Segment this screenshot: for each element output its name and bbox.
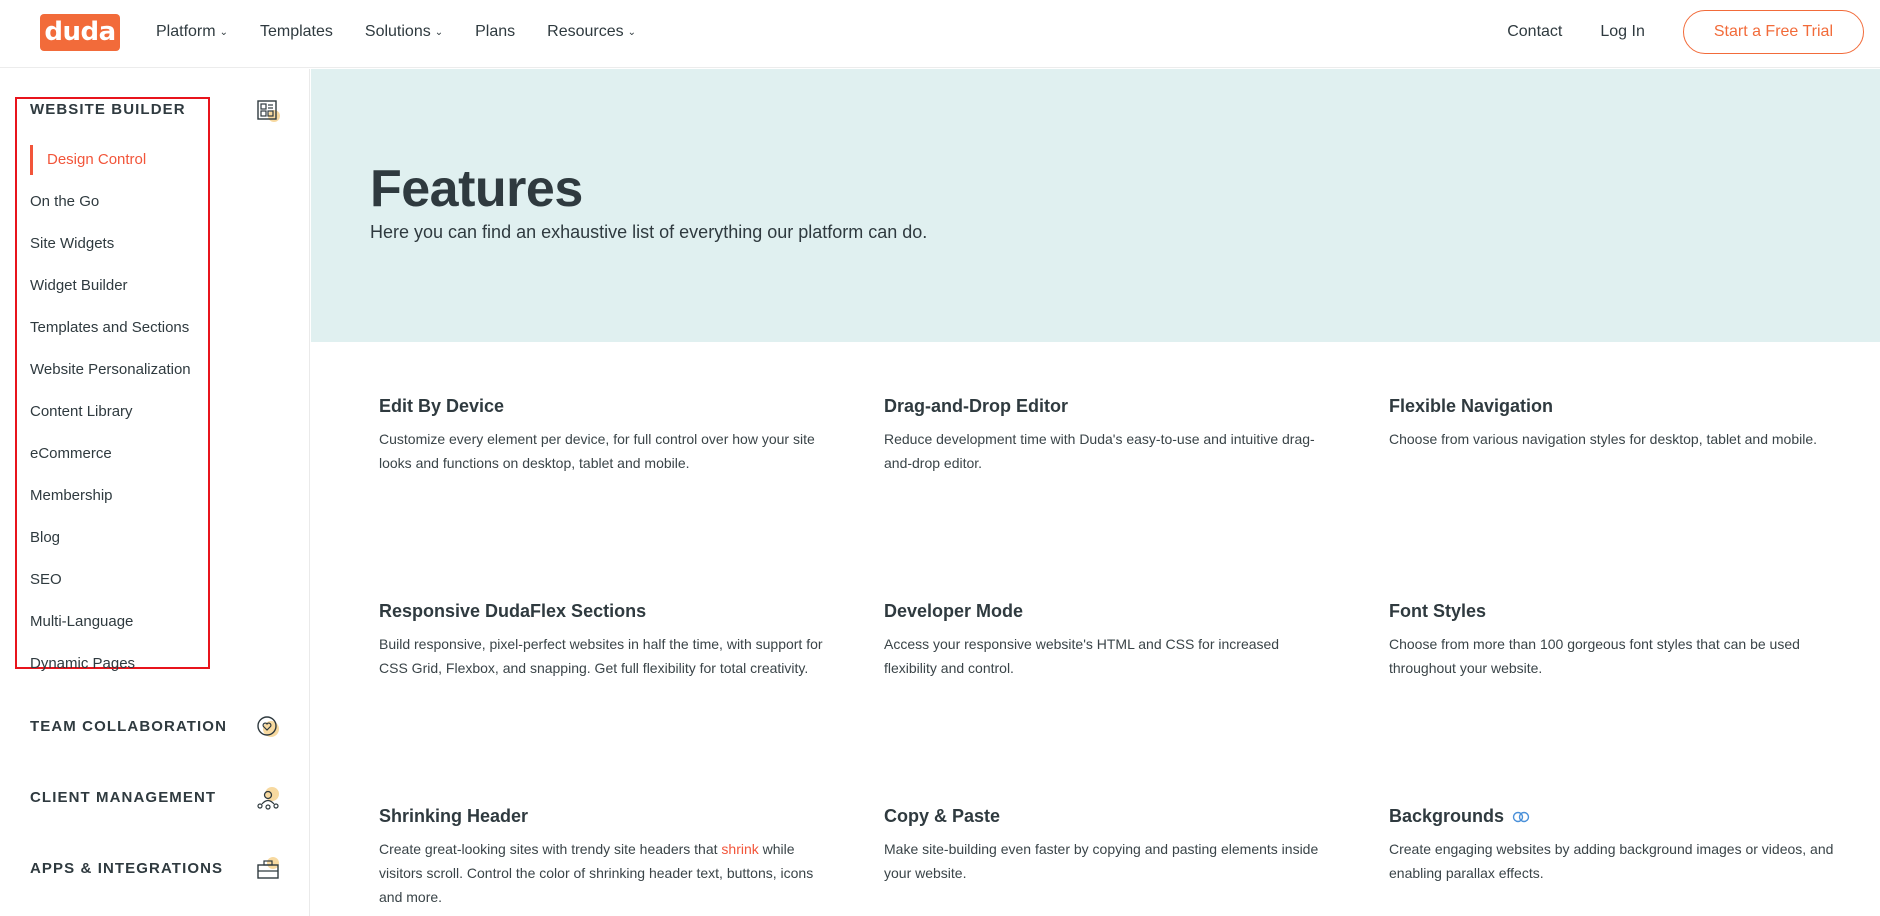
sidebar-item-ecommerce[interactable]: eCommerce [30, 433, 191, 475]
chevron-down-icon: ⌄ [627, 26, 637, 38]
section-client-management[interactable]: CLIENT MANAGEMENT [30, 789, 216, 806]
feature-card: Edit By Device Customize every element p… [379, 396, 829, 475]
feature-description: Make site-building even faster by copyin… [884, 841, 1319, 881]
nav-solutions[interactable]: Solutions ⌄ [365, 23, 443, 41]
feature-title: Shrinking Header [379, 806, 529, 826]
sidebar-item-blog[interactable]: Blog [30, 517, 191, 559]
section-website-builder[interactable]: WEBSITE BUILDER [30, 101, 186, 118]
feature-title: Responsive DudaFlex Sections [379, 601, 647, 621]
start-free-trial-button[interactable]: Start a Free Trial [1682, 10, 1864, 54]
sidebar-item-on-the-go[interactable]: On the Go [30, 181, 191, 223]
layout-grid-icon [257, 100, 280, 122]
feature-description: Create great-looking sites with trendy s… [379, 841, 814, 905]
features-hero: Features Here you can find an exhaustive… [311, 69, 1880, 342]
user-group-icon [257, 787, 279, 810]
main-nav: Platform ⌄ Templates Solutions ⌄ Plans Res… [156, 0, 668, 64]
toolbox-icon [257, 857, 279, 879]
feature-title: Developer Mode [884, 601, 1024, 621]
feature-card: Copy & Paste Make site-building even fas… [884, 806, 1334, 885]
sidebar-item-content-library[interactable]: Content Library [30, 391, 191, 433]
sidebar-item-website-personalization[interactable]: Website Personalization [30, 349, 191, 391]
shrink-link[interactable]: shrink [721, 841, 758, 857]
sidebar-item-design-control[interactable]: Design Control [30, 145, 191, 175]
nav-resources[interactable]: Resources ⌄ [547, 23, 636, 41]
feature-card: Font Styles Choose from more than 100 go… [1389, 601, 1839, 680]
sidebar-item-membership[interactable]: Membership [30, 475, 191, 517]
duda-logo[interactable]: duda [40, 14, 120, 51]
nav-templates[interactable]: Templates [260, 23, 333, 41]
section-team-collaboration[interactable]: TEAM COLLABORATION [30, 718, 227, 735]
feature-description: Customize every element per device, for … [379, 431, 815, 471]
sidebar-item-widget-builder[interactable]: Widget Builder [30, 265, 191, 307]
feature-card: Backgrounds Create engaging websites by … [1389, 806, 1839, 885]
feature-card: Responsive DudaFlex Sections Build respo… [379, 601, 829, 680]
feature-description: Choose from various navigation styles fo… [1389, 431, 1818, 447]
top-navigation-bar: duda Platform ⌄ Templates Solutions ⌄ Plan… [0, 0, 1880, 68]
feature-card: Shrinking Header Create great-looking si… [379, 806, 829, 909]
section-apps-integrations[interactable]: APPS & INTEGRATIONS [30, 860, 223, 877]
chevron-down-icon: ⌄ [434, 26, 444, 38]
sidebar-item-dynamic-pages[interactable]: Dynamic Pages [30, 643, 191, 685]
feature-card: Drag-and-Drop Editor Reduce development … [884, 396, 1334, 475]
feature-description: Build responsive, pixel-perfect websites… [379, 636, 823, 676]
login-link[interactable]: Log In [1600, 23, 1644, 41]
contact-link[interactable]: Contact [1507, 23, 1562, 41]
feature-title: Drag-and-Drop Editor [884, 396, 1068, 416]
feature-title: Copy & Paste [884, 806, 1001, 826]
feature-description: Access your responsive website's HTML an… [884, 636, 1280, 676]
nav-platform[interactable]: Platform ⌄ [156, 23, 228, 41]
sidebar-item-multi-language[interactable]: Multi-Language [30, 601, 191, 643]
nav-plans[interactable]: Plans [475, 23, 515, 41]
nav-right-actions: Contact Log In Start a Free Trial [1507, 10, 1864, 54]
website-builder-sublist: Design Control On the Go Site Widgets Wi… [30, 139, 191, 685]
features-sidebar: WEBSITE BUILDER Design Control On the Go… [0, 69, 310, 916]
sidebar-item-templates-and-sections[interactable]: Templates and Sections [30, 307, 191, 349]
link-rings-icon [1512, 811, 1530, 822]
page-subtitle: Here you can find an exhaustive list of … [370, 222, 928, 242]
sidebar-item-site-widgets[interactable]: Site Widgets [30, 223, 191, 265]
feature-title-row: Backgrounds [1389, 806, 1839, 827]
feature-card: Flexible Navigation Choose from various … [1389, 396, 1839, 451]
feature-title: Font Styles [1389, 601, 1487, 621]
feature-title: Edit By Device [379, 396, 505, 416]
feature-description: Create engaging websites by adding backg… [1389, 841, 1834, 881]
page-title: Features [370, 160, 583, 218]
sidebar-item-seo[interactable]: SEO [30, 559, 191, 601]
feature-description: Reduce development time with Duda's easy… [884, 431, 1315, 471]
chevron-down-icon: ⌄ [219, 26, 228, 38]
feature-card: Developer Mode Access your responsive we… [884, 601, 1334, 680]
feature-title: Flexible Navigation [1389, 396, 1554, 416]
feature-title: Backgrounds [1389, 806, 1505, 826]
feature-description: Choose from more than 100 gorgeous font … [1389, 636, 1800, 676]
chat-heart-icon [257, 716, 279, 737]
